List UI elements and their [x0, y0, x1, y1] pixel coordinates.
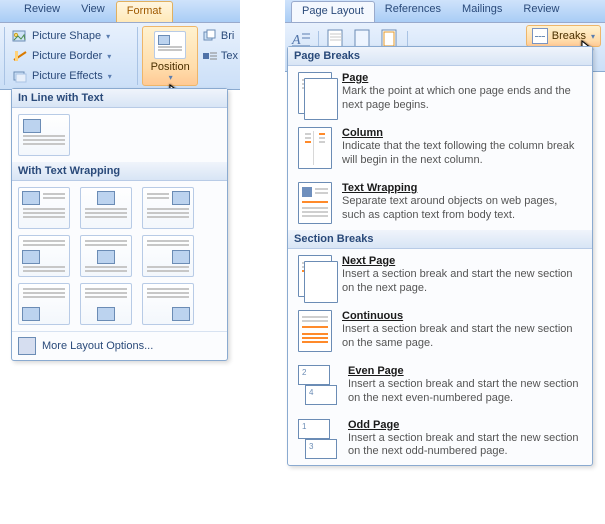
picture-effects-icon: [12, 68, 28, 84]
picture-border-label: Picture Border: [32, 50, 102, 62]
break-textwrap-icon: [298, 182, 332, 224]
page-layout-ribbon-region: Page Layout References Mailings Review A…: [285, 0, 605, 72]
chevron-down-icon: ▾: [106, 32, 110, 41]
position-section-wrapping: With Text Wrapping: [12, 162, 227, 181]
position-option-bot-center[interactable]: [80, 283, 132, 325]
break-continuous-title: Continuous: [342, 310, 582, 322]
breaks-label: Breaks: [552, 30, 586, 42]
break-oddpage-title: Odd Page: [348, 419, 582, 431]
break-evenpage-desc: Insert a section break and start the new…: [348, 378, 582, 406]
group-divider: [137, 27, 138, 85]
picture-shape-icon: [12, 28, 28, 44]
break-continuous-desc: Insert a section break and start the new…: [342, 323, 582, 351]
more-layout-label: More Layout Options...: [42, 340, 153, 352]
page-num-2: 2: [302, 368, 306, 377]
tab-page-layout[interactable]: Page Layout: [291, 1, 375, 22]
breaks-group-section: Section Breaks: [288, 230, 592, 249]
picture-effects-label: Picture Effects: [32, 70, 103, 82]
page-num-1: 1: [302, 422, 306, 431]
break-option-page[interactable]: Page Mark the point at which one page en…: [288, 66, 592, 120]
position-option-mid-right[interactable]: [142, 235, 194, 277]
break-nextpage-desc: Insert a section break and start the new…: [342, 268, 582, 296]
position-option-bot-left[interactable]: [18, 283, 70, 325]
tab-view[interactable]: View: [71, 0, 116, 22]
tab-review[interactable]: Review: [14, 0, 71, 22]
picture-shape-button[interactable]: Picture Shape ▾: [9, 27, 134, 45]
break-option-nextpage[interactable]: Next Page Insert a section break and sta…: [288, 249, 592, 303]
break-evenpage-icon: 2 4: [298, 365, 338, 405]
tab-references[interactable]: References: [375, 0, 452, 22]
text-wrap-icon: [202, 48, 218, 64]
tab-strip: Review View Format: [0, 0, 240, 23]
break-oddpage-icon: 1 3: [298, 419, 338, 459]
chevron-down-icon: ▾: [107, 52, 111, 61]
breaks-group-page: Page Breaks: [288, 47, 592, 66]
picture-effects-button[interactable]: Picture Effects ▾: [9, 67, 134, 85]
chevron-down-icon: ▾: [591, 32, 595, 41]
position-option-top-left[interactable]: [18, 187, 70, 229]
tab-format[interactable]: Format: [116, 1, 173, 22]
page-num-3: 3: [309, 442, 313, 451]
break-option-textwrap[interactable]: Text Wrapping Separate text around objec…: [288, 175, 592, 230]
break-evenpage-title: Even Page: [348, 365, 582, 377]
bring-forward-label: Bri: [221, 30, 234, 42]
break-textwrap-title: Text Wrapping: [342, 182, 582, 194]
position-option-top-right[interactable]: [142, 187, 194, 229]
group-divider: [4, 27, 5, 85]
breaks-button[interactable]: Breaks ▾: [526, 25, 601, 47]
picture-border-icon: [12, 48, 28, 64]
breaks-icon: [532, 28, 548, 44]
position-option-mid-left[interactable]: [18, 235, 70, 277]
more-layout-options[interactable]: More Layout Options...: [12, 331, 227, 360]
break-nextpage-title: Next Page: [342, 255, 582, 267]
position-dropdown: In Line with Text With Text Wrapping: [11, 88, 228, 361]
break-option-evenpage[interactable]: 2 4 Even Page Insert a section break and…: [288, 358, 592, 412]
tab-mailings[interactable]: Mailings: [452, 0, 513, 22]
break-column-title: Column: [342, 127, 582, 139]
arrange-partial-group: Bri Tex: [200, 23, 240, 89]
break-option-column[interactable]: Column Indicate that the text following …: [288, 120, 592, 175]
chevron-down-icon: ▾: [108, 72, 112, 81]
position-option-bot-right[interactable]: [142, 283, 194, 325]
position-option-inline[interactable]: [18, 114, 70, 156]
text-wrap-label: Tex: [221, 50, 238, 62]
tab-strip: Page Layout References Mailings Review: [285, 0, 605, 23]
break-textwrap-desc: Separate text around objects on web page…: [342, 195, 582, 223]
breaks-dropdown: Page Breaks Page Mark the point at which…: [287, 46, 593, 466]
picture-border-button[interactable]: Picture Border ▾: [9, 47, 134, 65]
break-oddpage-desc: Insert a section break and start the new…: [348, 432, 582, 460]
bring-forward-icon: [202, 28, 218, 44]
picture-tools-group: Picture Shape ▾ Picture Border ▾ Picture…: [7, 23, 136, 89]
format-ribbon-region: Review View Format Picture Shape ▾ Pictu…: [0, 0, 240, 90]
break-nextpage-icon: [298, 255, 332, 297]
tab-review[interactable]: Review: [513, 0, 570, 22]
break-page-desc: Mark the point at which one page ends an…: [342, 85, 582, 113]
position-option-mid-center[interactable]: [80, 235, 132, 277]
break-column-desc: Indicate that the text following the col…: [342, 140, 582, 168]
picture-shape-label: Picture Shape: [32, 30, 101, 42]
position-section-inline: In Line with Text: [12, 89, 227, 108]
break-option-continuous[interactable]: Continuous Insert a section break and st…: [288, 303, 592, 358]
page-num-4: 4: [309, 388, 313, 397]
layout-dialog-icon: [18, 337, 36, 355]
chevron-down-icon: ▾: [169, 73, 173, 82]
position-button[interactable]: Position ▾: [142, 26, 197, 86]
position-icon: [154, 31, 186, 59]
break-continuous-icon: [298, 310, 332, 352]
break-page-icon: [298, 72, 332, 114]
format-ribbon: Picture Shape ▾ Picture Border ▾ Picture…: [0, 23, 240, 90]
break-option-oddpage[interactable]: 1 3 Odd Page Insert a section break and …: [288, 412, 592, 466]
position-option-top-center[interactable]: [80, 187, 132, 229]
break-page-title: Page: [342, 72, 582, 84]
break-column-icon: [298, 127, 332, 169]
text-wrap-partial[interactable]: Tex: [202, 47, 238, 65]
bring-forward-partial[interactable]: Bri: [202, 27, 238, 45]
position-wrap-grid: [18, 187, 221, 325]
position-label: Position: [151, 61, 190, 73]
